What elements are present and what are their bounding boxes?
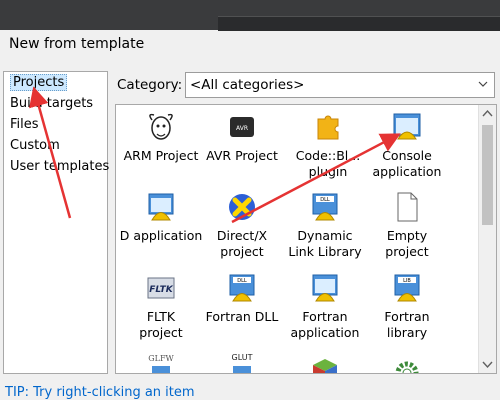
annotation-arrow: [29, 86, 72, 219]
annotation-arrows: [29, 86, 401, 224]
annotation-arrow: [231, 133, 401, 224]
